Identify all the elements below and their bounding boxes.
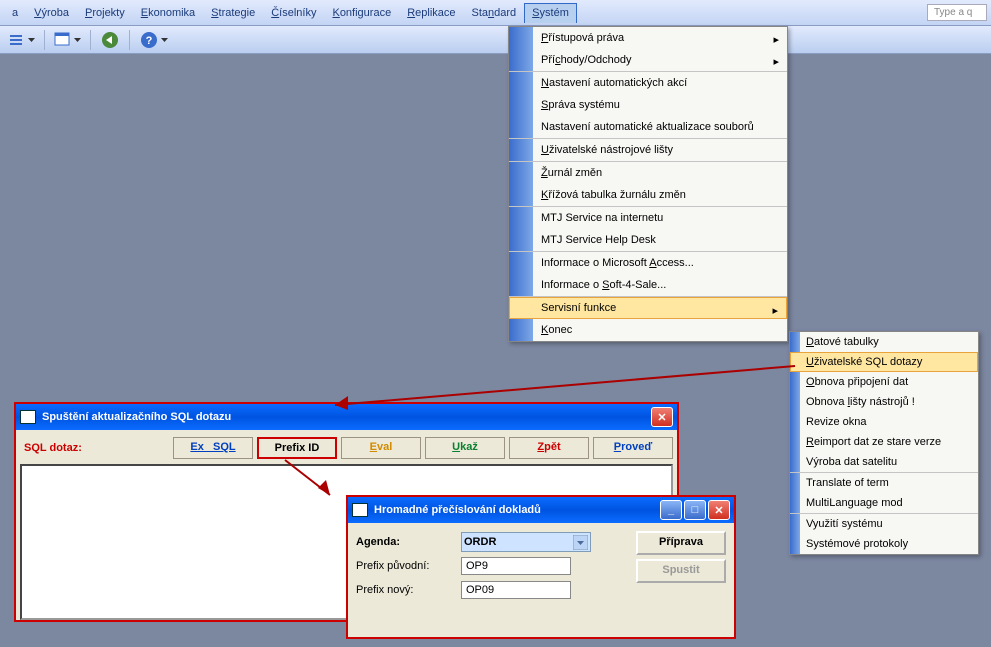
renumber-window: Hromadné přečíslování dokladů _ □ ✕ Agen… — [346, 495, 736, 639]
toolbar: ? — [0, 26, 991, 54]
menu-mtj-internet[interactable]: MTJ Service na internetu — [509, 207, 787, 229]
menu-item-ciselniky[interactable]: Číselníky — [263, 3, 324, 23]
prefix-old-label: Prefix původní: — [356, 560, 461, 572]
sql-window-title: Spuštění aktualizačního SQL dotazu — [42, 411, 231, 423]
toolbar-menu-icon[interactable] — [4, 29, 39, 51]
window-icon — [20, 410, 36, 424]
prefix-new-label: Prefix nový: — [356, 584, 461, 596]
submenu-datove-tabulky[interactable]: Datové tabulky — [790, 332, 978, 352]
eval-button[interactable]: Eval — [341, 437, 421, 459]
submenu-obnova-listy[interactable]: Obnova lišty nástrojů ! — [790, 392, 978, 412]
menu-pristupova-prava[interactable]: Přístupová práva▸ — [509, 27, 787, 49]
zpet-button[interactable]: Zpět — [509, 437, 589, 459]
ex-sql-button[interactable]: Ex_ SQL — [173, 437, 253, 459]
prefix-id-button[interactable]: Prefix ID — [257, 437, 337, 459]
minimize-icon[interactable]: _ — [660, 500, 682, 520]
agenda-select[interactable]: ORDR — [461, 532, 591, 552]
toolbar-help-icon[interactable]: ? — [135, 29, 172, 51]
submenu-uzivatelske-sql[interactable]: Uživatelské SQL dotazy — [790, 352, 978, 372]
menu-servisni-funkce[interactable]: Servisní funkce▸ — [509, 297, 787, 319]
close-icon[interactable]: ✕ — [708, 500, 730, 520]
svg-text:?: ? — [146, 35, 153, 47]
sql-titlebar[interactable]: Spuštění aktualizačního SQL dotazu ✕ — [16, 404, 677, 430]
chevron-down-icon — [573, 535, 588, 550]
menu-item-strategie[interactable]: Strategie — [203, 3, 263, 23]
menu-item-replikace[interactable]: Replikace — [399, 3, 463, 23]
menu-item-a[interactable]: a — [4, 3, 26, 23]
type-question-box[interactable]: Type a q — [927, 4, 987, 21]
menu-info-access[interactable]: Informace o Microsoft Access... — [509, 252, 787, 274]
menu-krizova-tabulka[interactable]: Křížová tabulka žurnálu změn — [509, 184, 787, 207]
menu-uzivatelske-listy[interactable]: Uživatelské nástrojové lišty — [509, 139, 787, 162]
submenu-vyuziti[interactable]: Využití systému — [790, 514, 978, 534]
menu-item-standard[interactable]: Standard — [464, 3, 525, 23]
toolbar-back-icon[interactable] — [96, 29, 124, 51]
menu-item-system[interactable]: Systém — [524, 3, 577, 23]
servis-submenu: Datové tabulky Uživatelské SQL dotazy Ob… — [789, 331, 979, 555]
submenu-obnova-pripojeni[interactable]: Obnova připojení dat — [790, 372, 978, 392]
prefix-old-input[interactable] — [461, 557, 571, 575]
proved-button[interactable]: Proveď — [593, 437, 673, 459]
submenu-revize-okna[interactable]: Revize okna — [790, 412, 978, 432]
submenu-vyroba-satelitu[interactable]: Výroba dat satelitu — [790, 452, 978, 473]
window-icon — [352, 503, 368, 517]
menu-nastaveni-aktualizace[interactable]: Nastavení automatické aktualizace soubor… — [509, 116, 787, 139]
renumber-window-title: Hromadné přečíslování dokladů — [374, 504, 541, 516]
menu-item-projekty[interactable]: Projekty — [77, 3, 133, 23]
menu-item-ekonomika[interactable]: Ekonomika — [133, 3, 203, 23]
menu-item-konfigurace[interactable]: Konfigurace — [324, 3, 399, 23]
menu-nastaveni-auto-akci[interactable]: Nastavení automatických akcí — [509, 72, 787, 94]
menu-konec[interactable]: Konec — [509, 319, 787, 341]
menubar: a Výroba Projekty Ekonomika Strategie Čí… — [0, 0, 991, 26]
sql-dotaz-label: SQL dotaz: — [20, 442, 169, 454]
submenu-reimport[interactable]: Reimport dat ze stare verze — [790, 432, 978, 452]
close-icon[interactable]: ✕ — [651, 407, 673, 427]
submenu-protokoly[interactable]: Systémové protokoly — [790, 534, 978, 554]
system-menu: Přístupová práva▸ Příchody/Odchody▸ Nast… — [508, 26, 788, 342]
submenu-translate[interactable]: Translate of term — [790, 473, 978, 493]
menu-zurnal-zmen[interactable]: Žurnál změn — [509, 162, 787, 184]
menu-mtj-helpdesk[interactable]: MTJ Service Help Desk — [509, 229, 787, 252]
toolbar-window-icon[interactable] — [50, 29, 85, 51]
menu-info-s4s[interactable]: Informace o Soft-4-Sale... — [509, 274, 787, 297]
priprava-button[interactable]: Příprava — [636, 531, 726, 555]
ukaz-button[interactable]: Ukaž — [425, 437, 505, 459]
agenda-label: Agenda: — [356, 536, 461, 548]
menu-prichody-odchody[interactable]: Příchody/Odchody▸ — [509, 49, 787, 72]
maximize-icon[interactable]: □ — [684, 500, 706, 520]
spustit-button[interactable]: Spustit — [636, 559, 726, 583]
submenu-multilang[interactable]: MultiLanguage mod — [790, 493, 978, 514]
menu-item-vyroba[interactable]: Výroba — [26, 3, 77, 23]
renumber-titlebar[interactable]: Hromadné přečíslování dokladů _ □ ✕ — [348, 497, 734, 523]
menu-sprava-systemu[interactable]: Správa systému — [509, 94, 787, 116]
prefix-new-input[interactable] — [461, 581, 571, 599]
